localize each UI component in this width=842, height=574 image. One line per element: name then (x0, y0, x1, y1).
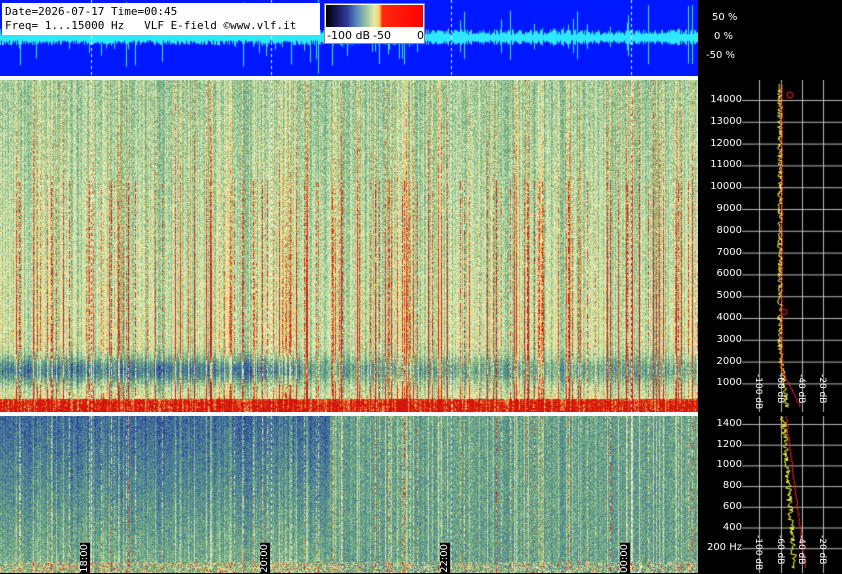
freq-label: 6000 (716, 268, 742, 280)
date-time-label: Date=2026-07-17 Time=00:45 (5, 5, 178, 18)
freq-label: 400 (722, 521, 742, 533)
db-label: -60 dB (775, 535, 785, 565)
db-label: -100 dB (753, 374, 763, 410)
db-label: -40 dB (796, 374, 806, 404)
freq-label: 800 (722, 480, 742, 492)
colorbar-label-max: 0 (417, 29, 424, 42)
spectrum-profile-lower: 1400 1200 1000 800 600 400 200 Hz -100 dB -60 dB… (698, 416, 842, 573)
freq-label: 12000 (710, 137, 742, 149)
waveform-strip: Date=2026-07-17 Time=00:45 Freq= 1...150… (0, 0, 698, 76)
freq-label: 11000 (710, 159, 742, 171)
db-label: -100 dB (753, 535, 763, 571)
freq-label: 10000 (710, 181, 742, 193)
spectrogram-upper (0, 80, 698, 412)
db-label: -20 dB (817, 535, 827, 565)
percent-label-zero: 0 % (714, 31, 734, 42)
freq-label: 13000 (710, 115, 742, 127)
colorbar-label-mid: -50 (373, 29, 391, 42)
freq-label: 1200 (716, 438, 742, 450)
colorbar-gradient (326, 5, 423, 27)
db-label: -60 dB (775, 374, 785, 404)
spectrum-profile-upper: 14000 13000 12000 11000 10000 9000 8000 7000 600… (698, 80, 842, 412)
vlf-spectrogram-viewer: Date=2026-07-17 Time=00:45 Freq= 1...150… (0, 0, 842, 574)
percent-label-bottom: -50 % (706, 50, 736, 61)
freq-label: 2000 (716, 355, 742, 367)
freq-label: 1000 (716, 377, 742, 389)
info-box: Date=2026-07-17 Time=00:45 Freq= 1...150… (2, 3, 320, 35)
frequency-label: Freq= 1...15000 Hz VLF E-field ©www.vlf.… (5, 19, 297, 32)
db-label: -40 dB (796, 535, 806, 565)
time-label-2200: 22:00 (439, 543, 450, 574)
percent-label-top: 50 % (712, 12, 738, 23)
colorbar-label-min: -100 dB (327, 29, 370, 42)
freq-label: 9000 (716, 203, 742, 214)
freq-label: 3000 (716, 333, 742, 345)
freq-label: 8000 (716, 224, 742, 236)
freq-label: 4000 (716, 312, 742, 323)
freq-label: 200 Hz (706, 542, 742, 554)
db-label: -20 dB (817, 374, 827, 404)
freq-label: 1400 (716, 418, 742, 429)
time-label-1800: 18:00 (79, 543, 90, 574)
spectrogram-lower (0, 416, 698, 573)
time-label-2000: 20:00 (259, 543, 270, 574)
freq-label: 7000 (716, 246, 742, 258)
freq-label: 1000 (716, 459, 742, 471)
freq-label: 600 (722, 500, 742, 512)
freq-label: 14000 (710, 94, 742, 105)
colorbar-legend: -100 dB -50 0 (324, 3, 425, 44)
freq-label: 5000 (716, 290, 742, 302)
time-label-0000: 00:00 (619, 543, 630, 574)
